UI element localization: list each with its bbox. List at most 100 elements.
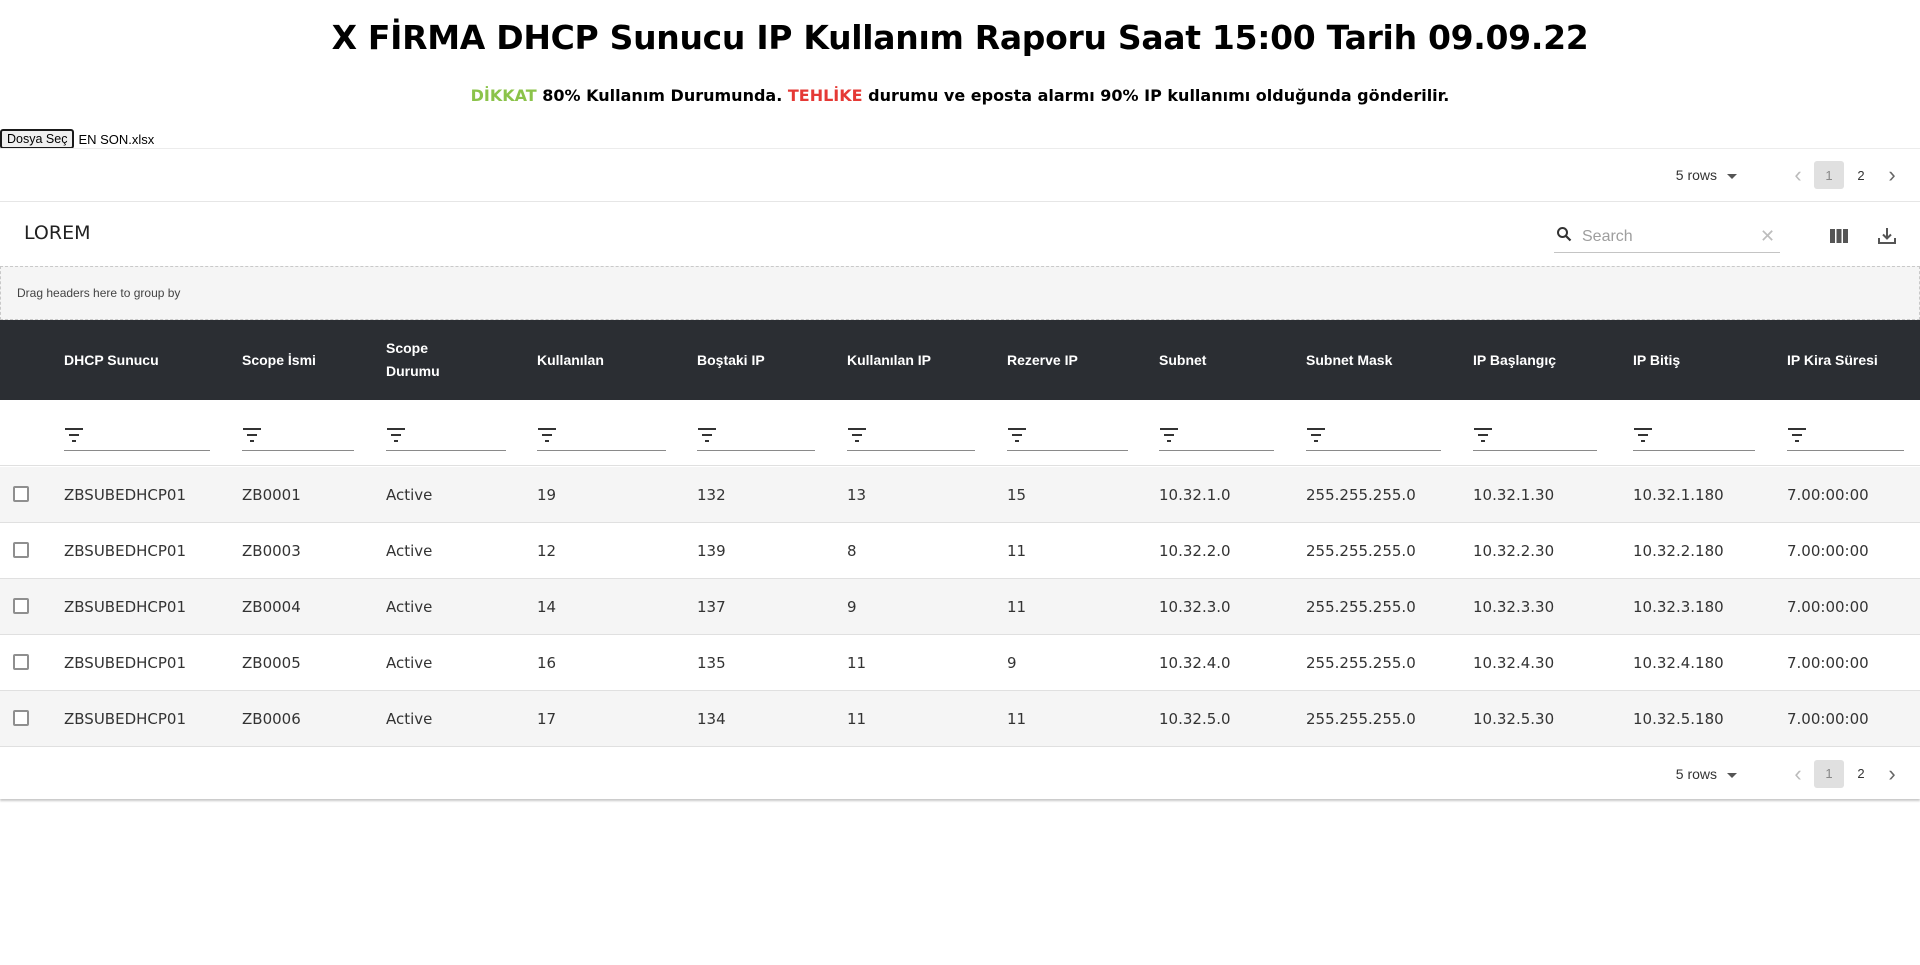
caret-down-icon <box>1727 772 1737 778</box>
cell-ip-bitis: 10.32.3.180 <box>1633 597 1724 616</box>
column-header-ip-baslangic[interactable]: IP Başlangıç <box>1473 320 1603 400</box>
row-checkbox[interactable] <box>13 598 29 614</box>
filter-icon <box>698 428 716 442</box>
table-row[interactable]: ZBSUBEDHCP01 ZB0004 Active 14 137 9 11 1… <box>0 579 1920 635</box>
cell-kullanilan-ip: 8 <box>847 541 857 560</box>
filter-field[interactable] <box>537 423 666 451</box>
column-header-subnet[interactable]: Subnet <box>1159 320 1289 400</box>
row-checkbox[interactable] <box>13 654 29 670</box>
filter-icon <box>538 428 556 442</box>
cell-kullanilan: 19 <box>537 485 557 504</box>
filter-icon <box>243 428 261 442</box>
rows-per-page-select[interactable]: 5 rows <box>1676 766 1737 782</box>
cell-dhcp-sunucu: ZBSUBEDHCP01 <box>64 485 187 504</box>
column-header-kullanilan-ip[interactable]: Kullanılan IP <box>847 320 977 400</box>
column-header-rezerve-ip[interactable]: Rezerve IP <box>1007 320 1137 400</box>
filter-icon <box>1788 428 1806 442</box>
filter-field[interactable] <box>1159 423 1274 451</box>
page-button-1[interactable]: 1 <box>1814 161 1844 189</box>
filter-field[interactable] <box>1473 423 1597 451</box>
row-checkbox[interactable] <box>13 710 29 726</box>
download-icon[interactable] <box>1875 224 1899 248</box>
cell-scope-durumu: Active <box>386 485 433 504</box>
view-column-icon[interactable] <box>1827 224 1851 248</box>
close-icon[interactable]: ✕ <box>1760 226 1775 247</box>
row-checkbox[interactable] <box>13 486 29 502</box>
column-header-kullanilan[interactable]: Kullanılan <box>537 320 667 400</box>
notice-text-2: durumu ve eposta alarmı 90% IP kullanımı… <box>862 86 1450 105</box>
cell-kullanilan: 14 <box>537 597 557 616</box>
column-header-subnet-mask[interactable]: Subnet Mask <box>1306 320 1446 400</box>
table-row[interactable]: ZBSUBEDHCP01 ZB0001 Active 19 132 13 15 … <box>0 467 1920 523</box>
filter-field[interactable] <box>697 423 815 451</box>
cell-ip-bitis: 10.32.5.180 <box>1633 709 1724 728</box>
cell-kullanilan: 12 <box>537 541 557 560</box>
page-button-2[interactable]: 2 <box>1846 760 1876 788</box>
cell-subnet-mask: 255.255.255.0 <box>1306 597 1416 616</box>
filter-icon <box>1160 428 1178 442</box>
cell-ip-bitis: 10.32.4.180 <box>1633 653 1724 672</box>
table-title: LOREM <box>24 222 91 244</box>
cell-bostaki-ip: 137 <box>697 597 726 616</box>
column-header-dhcp-sunucu[interactable]: DHCP Sunucu <box>64 320 224 400</box>
cell-scope-durumu: Active <box>386 541 433 560</box>
column-header-ip-bitis[interactable]: IP Bitiş <box>1633 320 1763 400</box>
rows-per-page-select[interactable]: 5 rows <box>1676 167 1737 183</box>
cell-ip-baslangic: 10.32.3.30 <box>1473 597 1555 616</box>
notice-text-1: 80% Kullanım Durumunda. <box>536 86 788 105</box>
filter-field[interactable] <box>64 423 210 451</box>
page-button-2[interactable]: 2 <box>1846 161 1876 189</box>
cell-ip-baslangic: 10.32.2.30 <box>1473 541 1555 560</box>
filter-icon <box>1634 428 1652 442</box>
cell-dhcp-sunucu: ZBSUBEDHCP01 <box>64 541 187 560</box>
cell-ip-baslangic: 10.32.1.30 <box>1473 485 1555 504</box>
table-row[interactable]: ZBSUBEDHCP01 ZB0006 Active 17 134 11 11 … <box>0 691 1920 747</box>
cell-bostaki-ip: 132 <box>697 485 726 504</box>
page-button-1[interactable]: 1 <box>1814 759 1844 788</box>
cell-dhcp-sunucu: ZBSUBEDHCP01 <box>64 709 187 728</box>
column-header-scope-durumu[interactable]: Scope Durumu <box>386 320 456 400</box>
table-row[interactable]: ZBSUBEDHCP01 ZB0005 Active 16 135 11 9 1… <box>0 635 1920 691</box>
column-header-scope-ismi[interactable]: Scope İsmi <box>242 320 362 400</box>
table-toolbar: LOREM ✕ <box>0 202 1920 266</box>
filter-field[interactable] <box>1007 423 1128 451</box>
column-header-ip-kira-suresi[interactable]: IP Kira Süresi <box>1787 320 1917 400</box>
cell-ip-bitis: 10.32.2.180 <box>1633 541 1724 560</box>
cell-ip-baslangic: 10.32.4.30 <box>1473 653 1555 672</box>
filter-field[interactable] <box>242 423 354 451</box>
row-checkbox[interactable] <box>13 542 29 558</box>
search-box: ✕ <box>1554 221 1780 253</box>
filter-icon <box>1307 428 1325 442</box>
chevron-left-icon[interactable]: ‹ <box>1783 759 1813 789</box>
cell-kullanilan-ip: 9 <box>847 597 857 616</box>
file-picker: Dosya Seç EN SON.xlsx <box>0 129 154 149</box>
choose-file-button[interactable]: Dosya Seç <box>0 129 75 149</box>
cell-subnet: 10.32.2.0 <box>1159 541 1231 560</box>
chevron-left-icon[interactable]: ‹ <box>1783 160 1813 190</box>
page-title: X FİRMA DHCP Sunucu IP Kullanım Raporu S… <box>331 18 1589 57</box>
cell-ip-baslangic: 10.32.5.30 <box>1473 709 1555 728</box>
cell-ip-kira-suresi: 7.00:00:00 <box>1787 485 1869 504</box>
table-row[interactable]: ZBSUBEDHCP01 ZB0003 Active 12 139 8 11 1… <box>0 523 1920 579</box>
filter-field[interactable] <box>386 423 506 451</box>
cell-rezerve-ip: 11 <box>1007 597 1027 616</box>
cell-subnet-mask: 255.255.255.0 <box>1306 653 1416 672</box>
filter-icon <box>387 428 405 442</box>
cell-subnet: 10.32.5.0 <box>1159 709 1231 728</box>
cell-rezerve-ip: 15 <box>1007 485 1027 504</box>
chevron-right-icon[interactable]: › <box>1877 759 1907 789</box>
cell-scope-ismi: ZB0004 <box>242 597 301 616</box>
filter-field[interactable] <box>1306 423 1441 451</box>
group-by-drop-zone[interactable]: Drag headers here to group by <box>0 266 1920 320</box>
filter-row <box>0 400 1920 466</box>
filter-field[interactable] <box>1787 423 1904 451</box>
filter-field[interactable] <box>1633 423 1755 451</box>
search-input[interactable] <box>1580 226 1760 247</box>
column-header-bostaki-ip[interactable]: Boştaki IP <box>697 320 827 400</box>
usage-notice: DİKKAT 80% Kullanım Durumunda. TEHLİKE d… <box>0 86 1920 105</box>
filter-field[interactable] <box>847 423 975 451</box>
cell-ip-kira-suresi: 7.00:00:00 <box>1787 541 1869 560</box>
chevron-right-icon[interactable]: › <box>1877 160 1907 190</box>
search-icon <box>1556 226 1576 247</box>
filter-icon <box>65 428 83 442</box>
